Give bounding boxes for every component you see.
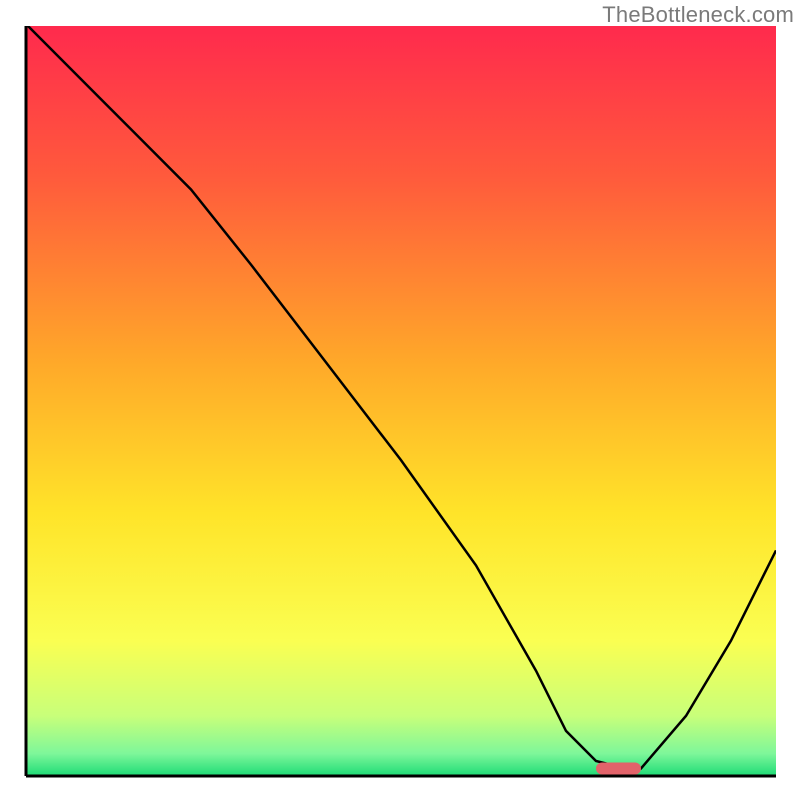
chart-svg [24,26,776,778]
optimal-range-marker [596,762,641,774]
watermark-text: TheBottleneck.com [602,2,794,28]
chart-root: TheBottleneck.com [0,0,800,800]
